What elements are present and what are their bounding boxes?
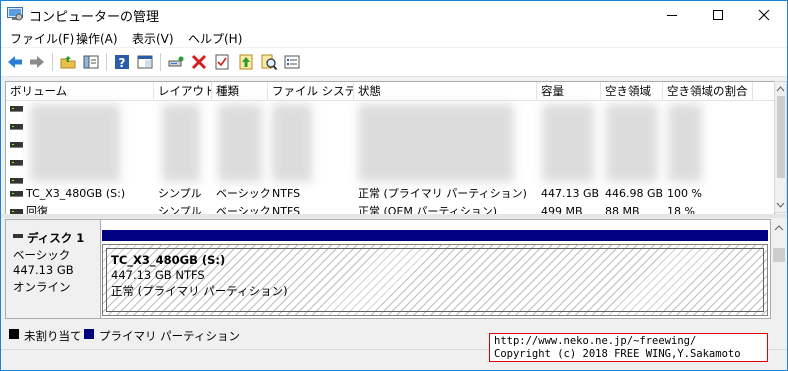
cell-status: 正常 (プライマリ パーティション): [358, 187, 527, 200]
redaction-blur: [272, 104, 312, 182]
partition-header-bar: [102, 230, 768, 241]
toolbar-separator: [106, 53, 107, 71]
redaction-blur: [606, 104, 658, 182]
table-row[interactable]: TC_X3_480GB (S:) シンプル ベーシック NTFS 正常 (プライ…: [6, 185, 774, 203]
column-header-volume[interactable]: ボリューム: [6, 82, 154, 100]
console-tree-icon[interactable]: [82, 53, 100, 71]
partition-selection-frame: TC_X3_480GB (S:) 447.13 GB NTFS 正常 (プライマ…: [106, 248, 764, 312]
redaction-blur: [542, 104, 594, 182]
partition-label: TC_X3_480GB (S:): [111, 253, 226, 267]
disk-state: オンライン: [13, 280, 71, 294]
partition-status: 正常 (プライマリ パーティション): [111, 284, 288, 298]
toolbar: ?: [1, 48, 787, 77]
redaction-blur: [30, 104, 120, 182]
volume-list: ボリューム レイアウト 種類 ファイル システム 状態 容量 空き領域 空き領域…: [5, 81, 775, 215]
menu-view[interactable]: 表示(V): [132, 30, 174, 47]
redaction-blur: [358, 104, 514, 182]
redaction-blur: [668, 104, 702, 182]
cell-filesystem: NTFS: [272, 187, 301, 200]
computer-management-icon: [7, 7, 23, 21]
pane-splitter[interactable]: [1, 214, 787, 218]
legend-label-unallocated: 未割り当て: [24, 329, 82, 343]
maximize-button[interactable]: [695, 1, 741, 28]
menu-bar: ファイル(F) 操作(A) 表示(V) ヘルプ(H): [1, 28, 787, 47]
disk-icon: [13, 234, 23, 238]
menu-action[interactable]: 操作(A): [76, 30, 118, 47]
cell-free-space: 446.98 GB: [605, 187, 664, 200]
column-header-type[interactable]: 種類: [212, 82, 268, 100]
svg-text:?: ?: [119, 56, 126, 70]
minimize-button[interactable]: [649, 1, 695, 28]
copyright-overlay: http://www.neko.ne.jp/~freewing/ Copyrig…: [489, 333, 768, 362]
disk-size: 447.13 GB: [13, 263, 74, 277]
close-button[interactable]: [741, 1, 787, 28]
forward-arrow-icon[interactable]: [28, 53, 46, 71]
toolbar-separator: [160, 53, 161, 71]
redaction-blur: [218, 104, 262, 182]
partition-block[interactable]: TC_X3_480GB (S:) 447.13 GB NTFS 正常 (プライマ…: [102, 244, 768, 316]
legend-swatch-primary: [84, 329, 94, 339]
menu-file[interactable]: ファイル(F): [10, 30, 74, 47]
title-bar[interactable]: コンピューターの管理: [1, 1, 787, 28]
back-arrow-icon[interactable]: [6, 53, 24, 71]
column-header-layout[interactable]: レイアウト: [154, 82, 212, 100]
column-header-free-space[interactable]: 空き領域: [601, 82, 663, 100]
help-icon[interactable]: ?: [113, 53, 131, 71]
cell-layout: シンプル: [158, 187, 202, 200]
cell-volume: TC_X3_480GB (S:): [26, 187, 126, 200]
volume-icon: [10, 191, 23, 197]
minimize-icon: [667, 15, 677, 16]
cell-free-percent: 100 %: [667, 187, 702, 200]
column-header-filesystem[interactable]: ファイル システム: [268, 82, 354, 100]
scrollbar-thumb[interactable]: [773, 248, 785, 262]
credit-copyright: Copyright (c) 2018 FREE WING,Y.Sakamoto: [494, 348, 741, 360]
scroll-up-icon[interactable]: [771, 222, 787, 234]
disk-info-panel[interactable]: ディスク 1 ベーシック 447.13 GB オンライン: [6, 220, 101, 318]
window-title: コンピューターの管理: [29, 10, 160, 25]
show-hide-icon[interactable]: [136, 53, 154, 71]
partition-size-fs: 447.13 GB NTFS: [111, 268, 205, 282]
volume-icon: [10, 106, 23, 112]
menu-help[interactable]: ヘルプ(H): [188, 30, 242, 47]
legend-swatch-unallocated: [9, 329, 19, 339]
volume-icon: [10, 142, 23, 148]
redaction-blur: [162, 104, 200, 182]
disk-map-scrollbar[interactable]: [771, 219, 787, 317]
scrollbar-thumb[interactable]: [777, 96, 785, 178]
list-icon[interactable]: [283, 53, 301, 71]
search-icon[interactable]: [260, 53, 278, 71]
volume-icon: [10, 124, 23, 130]
volume-icon: [10, 178, 23, 184]
volume-icon: [10, 160, 23, 166]
credit-url: http://www.neko.ne.jp/~freewing/: [494, 335, 697, 347]
column-header-free-percent[interactable]: 空き領域の割合: [663, 82, 753, 100]
volume-list-header: ボリューム レイアウト 種類 ファイル システム 状態 容量 空き領域 空き領域…: [6, 82, 774, 101]
maximize-icon: [713, 10, 723, 20]
cell-capacity: 447.13 GB: [541, 187, 600, 200]
scroll-up-icon[interactable]: [775, 84, 786, 94]
disk-map-view: ディスク 1 ベーシック 447.13 GB オンライン TC_X3_480GB…: [5, 219, 771, 319]
volume-list-scrollbar[interactable]: [774, 81, 787, 213]
import-icon[interactable]: [237, 53, 255, 71]
properties-icon[interactable]: [213, 53, 231, 71]
disk-type: ベーシック: [13, 248, 71, 262]
toolbar-separator: [52, 53, 53, 71]
scroll-down-icon[interactable]: [775, 200, 786, 210]
connect-drive-icon[interactable]: [167, 53, 185, 71]
column-header-status[interactable]: 状態: [354, 82, 537, 100]
up-folder-icon[interactable]: [59, 53, 77, 71]
delete-icon[interactable]: [190, 53, 208, 71]
close-icon: [758, 9, 770, 21]
column-header-capacity[interactable]: 容量: [537, 82, 601, 100]
disk-name: ディスク 1: [27, 231, 85, 245]
cell-type: ベーシック: [216, 187, 271, 200]
computer-management-window: コンピューターの管理 ファイル(F) 操作(A) 表示(V) ヘルプ(H) ?: [0, 0, 788, 371]
legend-label-primary: プライマリ パーティション: [99, 329, 240, 343]
